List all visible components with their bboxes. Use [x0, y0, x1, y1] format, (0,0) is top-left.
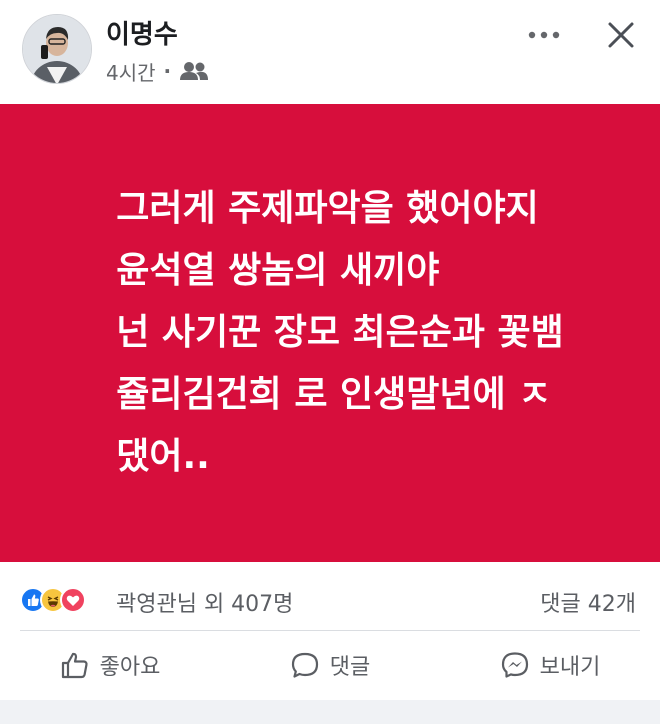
reaction-icons[interactable] [20, 586, 86, 614]
comment-button-label: 댓글 [329, 655, 371, 680]
avatar[interactable] [22, 14, 92, 84]
close-icon [608, 22, 634, 48]
post-actions: 좋아요 댓글 보내기 [0, 632, 660, 698]
post-text-line: 넌 사기꾼 장모 최은순과 꽃뱀 [116, 312, 564, 353]
love-icon [60, 587, 86, 613]
post-text-line: 쥴리김건희 로 인생말년에 ㅈ [116, 374, 552, 415]
author-name[interactable]: 이명수 [106, 14, 178, 51]
share-button-label: 보내기 [539, 655, 601, 680]
post-text-line: 댔어.. [116, 436, 210, 477]
friends-icon [179, 60, 209, 82]
comment-icon [291, 652, 318, 678]
comment-count[interactable]: 댓글 42개 [540, 586, 636, 618]
reaction-summary-text[interactable]: 곽영관님 외 407명 [116, 586, 293, 618]
post-text-line: 윤석열 쌍놈의 새끼야 [116, 250, 440, 291]
post-text-line: 그러게 주제파악을 했어야지 [116, 188, 539, 229]
like-button-label: 좋아요 [99, 655, 161, 680]
post-time[interactable]: 4시간 [106, 57, 156, 86]
share-button[interactable]: 보내기 [440, 632, 660, 698]
messenger-icon [501, 652, 528, 678]
post-header: 이명수 4시간 · [0, 0, 660, 104]
post-text: 그러게 주제파악을 했어야지 윤석열 쌍놈의 새끼야 넌 사기꾼 장모 최은순과… [116, 178, 564, 488]
like-button[interactable]: 좋아요 [0, 632, 220, 698]
meta-separator: · [163, 59, 172, 83]
comment-button[interactable]: 댓글 [220, 632, 440, 698]
divider [20, 630, 640, 631]
more-options-button[interactable] [524, 20, 564, 50]
post-content: 그러게 주제파악을 했어야지 윤석열 쌍놈의 새끼야 넌 사기꾼 장모 최은순과… [0, 104, 660, 562]
close-button[interactable] [600, 14, 642, 56]
feed-separator [0, 700, 660, 724]
more-icon [528, 31, 560, 39]
reactions-summary: 곽영관님 외 407명 댓글 42개 [0, 572, 660, 628]
post-meta: 4시간 · [106, 56, 209, 86]
thumbs-up-icon [61, 652, 88, 679]
